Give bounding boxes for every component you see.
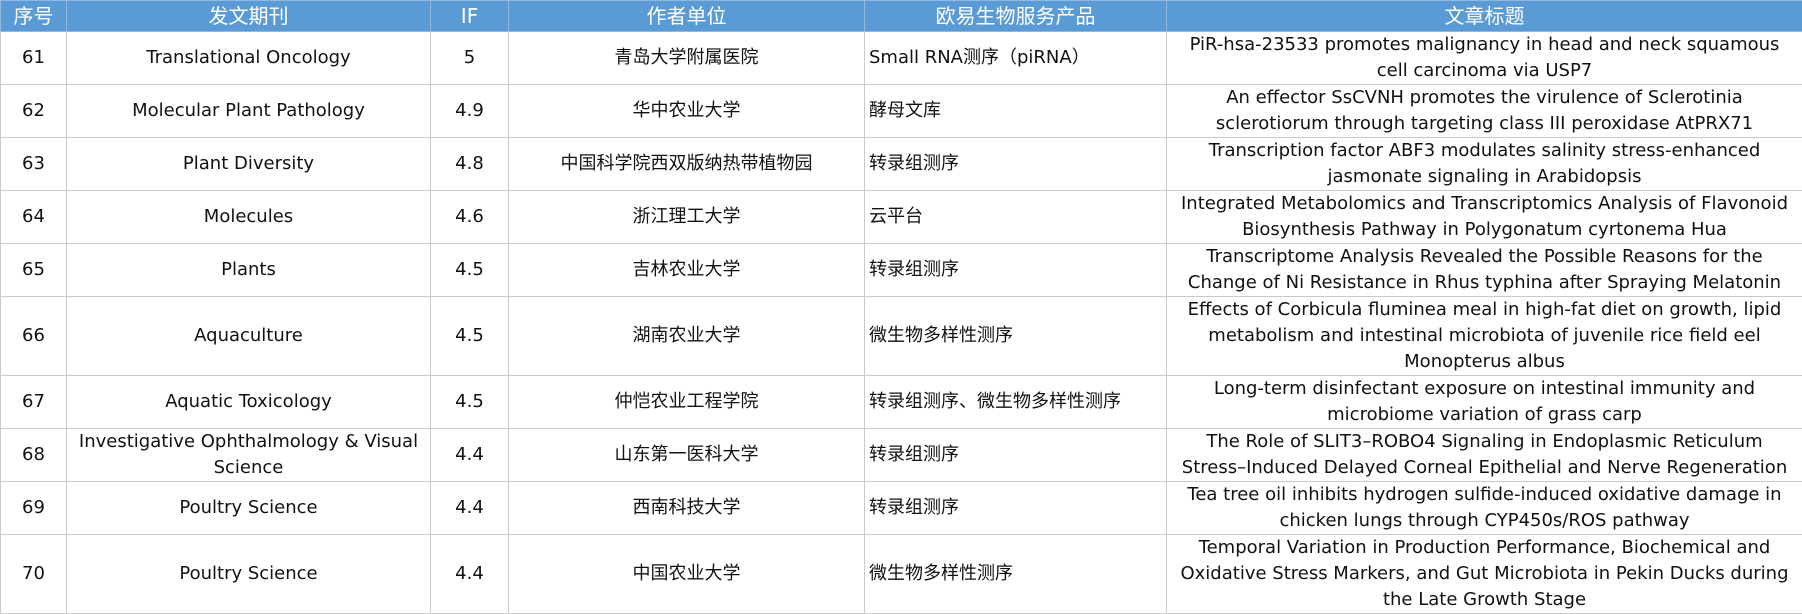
cell-service-product: 转录组测序、微生物多样性测序: [865, 376, 1167, 429]
table-row: 64 Molecules 4.6 浙江理工大学 云平台 Integrated M…: [1, 191, 1802, 244]
cell-author-unit: 中国农业大学: [509, 535, 865, 614]
cell-author-unit: 湖南农业大学: [509, 297, 865, 376]
cell-index: 63: [1, 138, 67, 191]
cell-impact-factor: 4.6: [431, 191, 509, 244]
cell-service-product: 转录组测序: [865, 482, 1167, 535]
cell-journal: Aquaculture: [67, 297, 431, 376]
cell-impact-factor: 4.5: [431, 297, 509, 376]
cell-service-product: 云平台: [865, 191, 1167, 244]
cell-impact-factor: 4.8: [431, 138, 509, 191]
cell-impact-factor: 4.5: [431, 244, 509, 297]
header-journal: 发文期刊: [67, 1, 431, 32]
cell-journal: Poultry Science: [67, 482, 431, 535]
cell-index: 69: [1, 482, 67, 535]
cell-service-product: 微生物多样性测序: [865, 297, 1167, 376]
cell-service-product: 转录组测序: [865, 244, 1167, 297]
table-row: 66 Aquaculture 4.5 湖南农业大学 微生物多样性测序 Effec…: [1, 297, 1802, 376]
cell-author-unit: 吉林农业大学: [509, 244, 865, 297]
cell-journal: Poultry Science: [67, 535, 431, 614]
cell-author-unit: 华中农业大学: [509, 85, 865, 138]
cell-article-title: The Role of SLIT3–ROBO4 Signaling in End…: [1167, 429, 1802, 482]
cell-article-title: PiR-hsa-23533 promotes malignancy in hea…: [1167, 32, 1802, 85]
cell-journal: Molecular Plant Pathology: [67, 85, 431, 138]
cell-service-product: 转录组测序: [865, 138, 1167, 191]
cell-journal: Aquatic Toxicology: [67, 376, 431, 429]
cell-impact-factor: 4.4: [431, 429, 509, 482]
header-article-title: 文章标题: [1167, 1, 1802, 32]
publication-table: 序号 发文期刊 IF 作者单位 欧易生物服务产品 文章标题 61 Transla…: [0, 0, 1802, 614]
cell-article-title: Transcriptome Analysis Revealed the Poss…: [1167, 244, 1802, 297]
cell-article-title: Long-term disinfectant exposure on intes…: [1167, 376, 1802, 429]
cell-article-title: Temporal Variation in Production Perform…: [1167, 535, 1802, 614]
cell-journal: Plant Diversity: [67, 138, 431, 191]
cell-index: 68: [1, 429, 67, 482]
cell-author-unit: 山东第一医科大学: [509, 429, 865, 482]
cell-impact-factor: 5: [431, 32, 509, 85]
header-service-product: 欧易生物服务产品: [865, 1, 1167, 32]
cell-index: 67: [1, 376, 67, 429]
cell-service-product: 酵母文库: [865, 85, 1167, 138]
cell-author-unit: 青岛大学附属医院: [509, 32, 865, 85]
table-row: 65 Plants 4.5 吉林农业大学 转录组测序 Transcriptome…: [1, 244, 1802, 297]
header-impact-factor: IF: [431, 1, 509, 32]
cell-article-title: Integrated Metabolomics and Transcriptom…: [1167, 191, 1802, 244]
cell-author-unit: 仲恺农业工程学院: [509, 376, 865, 429]
header-index: 序号: [1, 1, 67, 32]
cell-service-product: 转录组测序: [865, 429, 1167, 482]
cell-index: 65: [1, 244, 67, 297]
cell-article-title: Effects of Corbicula fluminea meal in hi…: [1167, 297, 1802, 376]
cell-index: 64: [1, 191, 67, 244]
cell-article-title: Transcription factor ABF3 modulates sali…: [1167, 138, 1802, 191]
table-header-row: 序号 发文期刊 IF 作者单位 欧易生物服务产品 文章标题: [1, 1, 1802, 32]
cell-article-title: Tea tree oil inhibits hydrogen sulfide-i…: [1167, 482, 1802, 535]
cell-author-unit: 西南科技大学: [509, 482, 865, 535]
cell-article-title: An effector SsCVNH promotes the virulenc…: [1167, 85, 1802, 138]
cell-journal: Plants: [67, 244, 431, 297]
cell-journal: Translational Oncology: [67, 32, 431, 85]
cell-index: 61: [1, 32, 67, 85]
cell-impact-factor: 4.9: [431, 85, 509, 138]
header-author-unit: 作者单位: [509, 1, 865, 32]
table-row: 61 Translational Oncology 5 青岛大学附属医院 Sma…: [1, 32, 1802, 85]
cell-index: 70: [1, 535, 67, 614]
cell-impact-factor: 4.5: [431, 376, 509, 429]
cell-author-unit: 中国科学院西双版纳热带植物园: [509, 138, 865, 191]
cell-service-product: Small RNA测序（piRNA）: [865, 32, 1167, 85]
cell-author-unit: 浙江理工大学: [509, 191, 865, 244]
cell-impact-factor: 4.4: [431, 482, 509, 535]
table-row: 67 Aquatic Toxicology 4.5 仲恺农业工程学院 转录组测序…: [1, 376, 1802, 429]
cell-index: 62: [1, 85, 67, 138]
table-row: 69 Poultry Science 4.4 西南科技大学 转录组测序 Tea …: [1, 482, 1802, 535]
table-row: 62 Molecular Plant Pathology 4.9 华中农业大学 …: [1, 85, 1802, 138]
cell-service-product: 微生物多样性测序: [865, 535, 1167, 614]
cell-journal: Investigative Ophthalmology & Visual Sci…: [67, 429, 431, 482]
table-row: 68 Investigative Ophthalmology & Visual …: [1, 429, 1802, 482]
cell-index: 66: [1, 297, 67, 376]
table-row: 70 Poultry Science 4.4 中国农业大学 微生物多样性测序 T…: [1, 535, 1802, 614]
table-row: 63 Plant Diversity 4.8 中国科学院西双版纳热带植物园 转录…: [1, 138, 1802, 191]
cell-journal: Molecules: [67, 191, 431, 244]
cell-impact-factor: 4.4: [431, 535, 509, 614]
